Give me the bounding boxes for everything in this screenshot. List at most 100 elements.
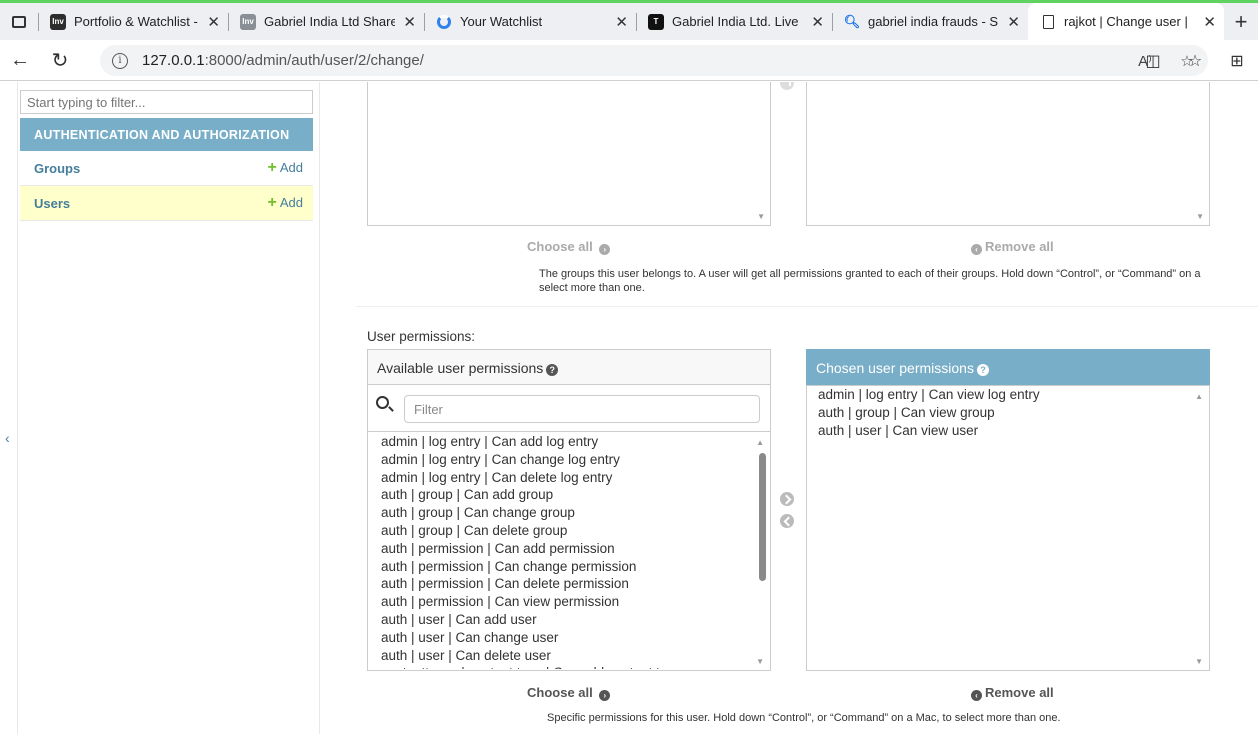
add-permission-button[interactable] bbox=[780, 492, 794, 506]
chosen-permissions-list[interactable]: admin | log entry | Can view log entry au… bbox=[806, 385, 1210, 671]
refresh-button[interactable]: ↻ bbox=[40, 40, 80, 81]
plus-icon: + bbox=[267, 159, 277, 176]
permission-option[interactable]: auth | user | Can view user bbox=[818, 422, 1188, 440]
permission-option[interactable]: auth | group | Can change group bbox=[381, 504, 757, 522]
close-tab-icon[interactable]: ✕ bbox=[1203, 13, 1216, 31]
close-tab-icon[interactable]: ✕ bbox=[615, 13, 628, 31]
tab-separator bbox=[424, 13, 425, 31]
title-text: Chosen user permissions bbox=[816, 360, 974, 376]
url-box[interactable]: i 127.0.0.1:8000/admin/auth/user/2/chang… bbox=[100, 45, 1208, 76]
scroll-up-icon[interactable]: ▲ bbox=[756, 438, 764, 447]
permissions-choose-all-link[interactable]: Choose all › bbox=[527, 685, 613, 701]
tab-change-user[interactable]: rajkot | Change user | ✕ bbox=[1028, 3, 1224, 40]
scrollbar-thumb[interactable] bbox=[759, 453, 766, 581]
users-link[interactable]: Users bbox=[34, 196, 268, 211]
scroll-down-icon[interactable]: ▼ bbox=[1195, 657, 1203, 666]
groups-available-list[interactable]: ▼ bbox=[367, 82, 771, 226]
field-divider bbox=[356, 306, 1258, 307]
scroll-up-icon[interactable]: ▲ bbox=[1195, 392, 1203, 401]
chosen-options: admin | log entry | Can view log entry au… bbox=[818, 386, 1188, 486]
title-text: Available user permissions bbox=[377, 360, 544, 376]
url-path: :8000/admin/auth/user/2/change/ bbox=[204, 52, 424, 69]
url-host: 127.0.0.1 bbox=[142, 52, 205, 69]
sidebar-collapse-toggle[interactable]: ‹ bbox=[0, 82, 18, 734]
permissions-filter-row bbox=[367, 385, 771, 431]
close-tab-icon[interactable]: ✕ bbox=[811, 13, 824, 31]
permission-option[interactable]: admin | log entry | Can change log entry bbox=[381, 451, 757, 469]
tab-search[interactable]: 🔍︎ gabriel india frauds - S ✕ bbox=[832, 3, 1028, 40]
favorites-icon[interactable]: ☆ bbox=[1174, 51, 1216, 71]
close-tab-icon[interactable]: ✕ bbox=[403, 13, 416, 31]
permission-option[interactable]: auth | user | Can change user bbox=[381, 629, 757, 647]
permission-option[interactable]: contenttypes | content type | Can add co… bbox=[381, 664, 757, 669]
help-icon[interactable]: ? bbox=[976, 364, 989, 376]
available-scrollbar[interactable] bbox=[757, 450, 767, 660]
arrow-right-circle-icon: › bbox=[599, 690, 611, 701]
tab-title: Gabriel India Ltd. Live bbox=[672, 14, 799, 29]
site-info-icon[interactable]: i bbox=[112, 52, 128, 69]
tab-gabriel-live[interactable]: T Gabriel India Ltd. Live ✕ bbox=[636, 3, 832, 40]
remove-permission-button[interactable] bbox=[780, 514, 794, 528]
arrow-right-circle-icon: › bbox=[599, 244, 611, 255]
permission-option[interactable]: auth | permission | Can view permission bbox=[381, 593, 757, 611]
permissions-filter-input[interactable] bbox=[404, 395, 760, 423]
groups-choose-all-link[interactable]: Choose all › bbox=[527, 239, 613, 255]
groups-chosen-list[interactable]: ▼ bbox=[806, 82, 1210, 226]
help-icon[interactable]: ? bbox=[546, 364, 559, 376]
permission-option[interactable]: auth | user | Can delete user bbox=[381, 647, 757, 665]
loading-ring-icon bbox=[436, 14, 452, 30]
close-tab-icon[interactable]: ✕ bbox=[207, 13, 220, 31]
tab-separator bbox=[38, 13, 39, 31]
groups-remove-all-link[interactable]: ‹ Remove all bbox=[968, 239, 1054, 255]
tab-actions-icon bbox=[12, 15, 26, 28]
tab-title: rajkot | Change user | bbox=[1064, 14, 1188, 29]
url-text[interactable]: 127.0.0.1:8000/admin/auth/user/2/change/ bbox=[142, 52, 424, 69]
choose-all-label: Choose all bbox=[527, 685, 593, 700]
permission-option[interactable]: auth | group | Can add group bbox=[381, 486, 757, 504]
add-user-link[interactable]: + Add bbox=[268, 194, 303, 212]
collections-icon[interactable]: ⊞ bbox=[1216, 51, 1258, 71]
tab-watchlist[interactable]: Your Watchlist ✕ bbox=[424, 3, 636, 40]
back-button[interactable]: ← bbox=[0, 40, 40, 81]
groups-move-indicator bbox=[780, 82, 794, 90]
choose-all-label: Choose all bbox=[527, 239, 593, 254]
permission-option[interactable]: auth | user | Can add user bbox=[381, 611, 757, 629]
tab-strip: Inv Portfolio & Watchlist - ✕ Inv Gabrie… bbox=[0, 3, 1258, 40]
permission-option[interactable]: auth | group | Can view group bbox=[818, 404, 1188, 422]
tab-separator bbox=[832, 13, 833, 31]
investing-favicon-icon: Inv bbox=[50, 13, 66, 30]
help-line: The groups this user belongs to. A user … bbox=[539, 268, 1201, 280]
tab-portfolio[interactable]: Inv Portfolio & Watchlist - ✕ bbox=[38, 3, 228, 40]
permission-option[interactable]: admin | log entry | Can delete log entry bbox=[381, 469, 757, 487]
scroll-down-icon[interactable]: ▼ bbox=[756, 657, 764, 666]
remove-all-label: Remove all bbox=[985, 685, 1054, 700]
arrow-left-circle-icon: ‹ bbox=[971, 244, 982, 255]
permission-option[interactable]: auth | group | Can delete group bbox=[381, 522, 757, 540]
new-tab-button[interactable]: + bbox=[1224, 3, 1258, 40]
tab-title: Your Watchlist bbox=[460, 14, 543, 29]
tab-gabriel-share[interactable]: Inv Gabriel India Ltd Share ✕ bbox=[228, 3, 424, 40]
tradingview-favicon-icon: T bbox=[648, 13, 664, 30]
tab-separator bbox=[228, 13, 229, 31]
permission-option[interactable]: auth | permission | Can delete permissio… bbox=[381, 575, 757, 593]
permission-option[interactable]: admin | log entry | Can view log entry bbox=[818, 386, 1188, 404]
tab-actions-button[interactable] bbox=[0, 3, 38, 40]
permission-option[interactable]: auth | permission | Can add permission bbox=[381, 540, 757, 558]
scroll-down-icon[interactable]: ▼ bbox=[1196, 212, 1204, 221]
permission-option[interactable]: auth | permission | Can change permissio… bbox=[381, 558, 757, 576]
plus-icon: + bbox=[267, 194, 277, 211]
available-permissions-title: Available user permissions? bbox=[367, 349, 771, 385]
user-permissions-label: User permissions: bbox=[367, 329, 476, 344]
available-permissions-list[interactable]: admin | log entry | Can add log entry adm… bbox=[367, 431, 771, 671]
nav-sidebar: ‹ AUTHENTICATION AND AUTHORIZATION Group… bbox=[0, 82, 320, 734]
split-screen-icon[interactable]: ◫ bbox=[1132, 51, 1174, 71]
scroll-down-icon[interactable]: ▼ bbox=[757, 212, 765, 221]
add-group-link[interactable]: + Add bbox=[268, 159, 303, 177]
nav-filter-input[interactable] bbox=[20, 90, 313, 114]
module-caption-auth[interactable]: AUTHENTICATION AND AUTHORIZATION bbox=[20, 118, 313, 151]
permissions-remove-all-link[interactable]: ‹ Remove all bbox=[968, 685, 1054, 701]
chevron-left-icon: ‹ bbox=[5, 430, 10, 446]
close-tab-icon[interactable]: ✕ bbox=[1007, 13, 1020, 31]
groups-link[interactable]: Groups bbox=[34, 161, 268, 176]
permission-option[interactable]: admin | log entry | Can add log entry bbox=[381, 433, 757, 451]
